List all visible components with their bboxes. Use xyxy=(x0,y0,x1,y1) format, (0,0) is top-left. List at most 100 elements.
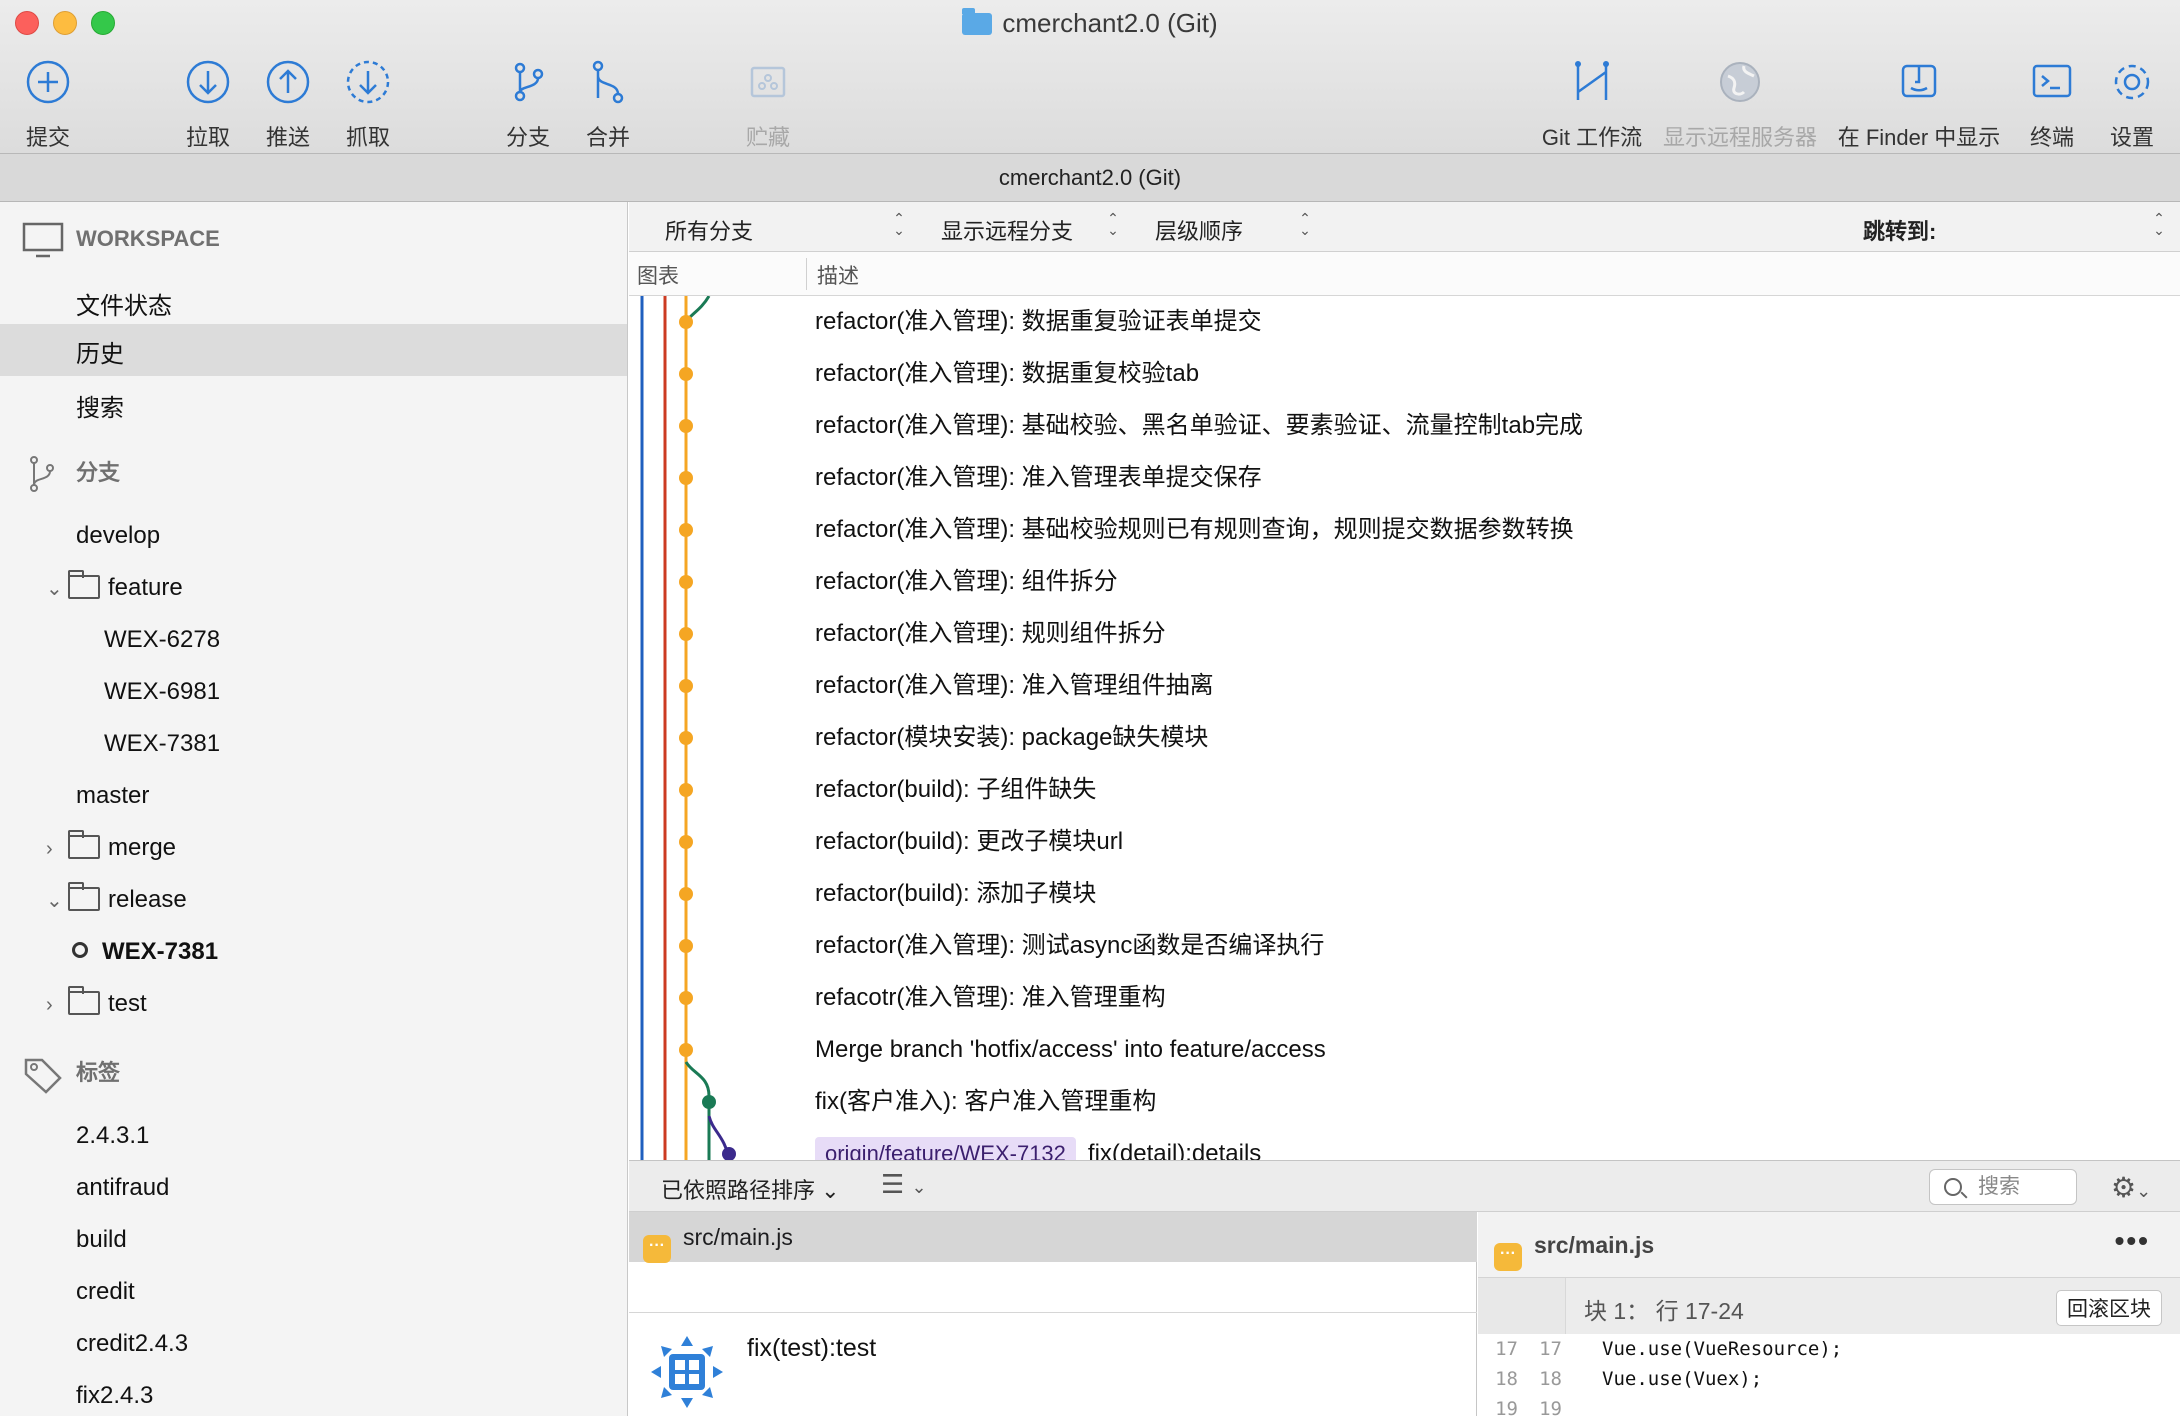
column-divider[interactable] xyxy=(806,258,807,290)
commit-row[interactable]: refactor(准入管理): 数据重复验证表单提交 xyxy=(815,296,1262,348)
pull-button[interactable]: 拉取 xyxy=(180,56,236,152)
sidebar-tag[interactable]: build xyxy=(76,1226,127,1254)
commit-node[interactable] xyxy=(679,731,693,745)
terminal-button[interactable]: 终端 xyxy=(2024,56,2080,152)
sidebar-item-file-status[interactable]: 文件状态 xyxy=(76,286,172,321)
commit-row[interactable]: refactor(build): 添加子模块 xyxy=(815,868,1096,920)
up-down-chevron-icon[interactable]: ⌃ ⌄ xyxy=(1105,211,1121,240)
sidebar-folder-merge[interactable]: › merge xyxy=(46,830,176,862)
commit-node[interactable] xyxy=(679,887,693,901)
chevron-right-icon[interactable]: › xyxy=(46,838,68,861)
commit-row[interactable]: refactor(build): 更改子模块url xyxy=(815,816,1123,868)
up-down-chevron-icon[interactable]: ⌃ ⌄ xyxy=(1297,211,1313,240)
git-flow-button[interactable]: Git 工作流 xyxy=(1540,56,1644,152)
commit-node[interactable] xyxy=(679,575,693,589)
fetch-button[interactable]: 抓取 xyxy=(340,56,396,152)
commit-node[interactable] xyxy=(679,783,693,797)
sidebar-branch-wex-6981[interactable]: WEX-6981 xyxy=(104,678,220,706)
list-view-icon[interactable]: ☰ ⌄ xyxy=(881,1169,927,1200)
jump-to-select[interactable]: 跳转到: xyxy=(1863,214,1936,246)
sidebar-tag[interactable]: fix2.4.3 xyxy=(76,1382,153,1410)
sidebar-branch-wex-6278[interactable]: WEX-6278 xyxy=(104,626,220,654)
commit-row[interactable]: Merge branch 'hotfix/access' into featur… xyxy=(815,1024,1326,1076)
sidebar-folder-feature[interactable]: ⌄ feature xyxy=(46,570,183,602)
commit-node[interactable] xyxy=(679,367,693,381)
chevron-right-icon[interactable]: › xyxy=(46,994,68,1017)
sidebar-folder-release[interactable]: ⌄ release xyxy=(46,882,187,914)
commit-row[interactable]: refactor(准入管理): 基础校验、黑名单验证、要素验证、流量控制tab完… xyxy=(815,400,1583,452)
terminal-icon xyxy=(2026,56,2078,108)
commit-row-partial[interactable]: origin/feature/WEX-7132 fix(detail):detai… xyxy=(815,1128,1261,1160)
commit-row[interactable]: refactor(准入管理): 测试async函数是否编译执行 xyxy=(815,920,1324,972)
merge-button[interactable]: 合并 xyxy=(580,56,636,152)
remote-branch-tag[interactable]: origin/feature/WEX-7132 xyxy=(815,1137,1076,1160)
commit-node[interactable] xyxy=(679,679,693,693)
commit-row[interactable]: refactor(准入管理): 组件拆分 xyxy=(815,556,1118,608)
sidebar-branch-current[interactable]: WEX-7381 xyxy=(72,938,218,966)
tags-header[interactable]: 标签 xyxy=(22,1054,120,1094)
commit-row[interactable]: fix(客户准入): 客户准入管理重构 xyxy=(815,1076,1156,1128)
commit-row[interactable]: refactor(准入管理): 准入管理表单提交保存 xyxy=(815,452,1262,504)
file-search-input[interactable]: 搜索 xyxy=(1929,1169,2077,1205)
show-remote-button[interactable]: 显示远程服务器 xyxy=(1660,56,1820,152)
chevron-down-icon: ⌄ xyxy=(911,1177,927,1197)
hunk-range-label: 块 1： 行 17-24 xyxy=(1584,1298,1744,1324)
commit-node[interactable] xyxy=(679,627,693,641)
show-in-finder-button[interactable]: 在 Finder 中显示 xyxy=(1832,56,2006,152)
chevron-down-icon[interactable]: ⌄ xyxy=(46,888,68,913)
stash-button[interactable]: 贮藏 xyxy=(740,56,796,152)
order-filter-select[interactable]: 层级顺序 xyxy=(1155,214,1243,246)
sidebar-folder-test[interactable]: › test xyxy=(46,986,147,1018)
description-column-header[interactable]: 描述 xyxy=(817,260,859,290)
commit-node[interactable] xyxy=(679,939,693,953)
commit-node[interactable] xyxy=(679,523,693,537)
revert-hunk-button[interactable]: 回滚区块 xyxy=(2056,1290,2162,1326)
remote-filter-select[interactable]: 显示远程分支 xyxy=(941,214,1073,246)
sidebar-tag[interactable]: 2.4.3.1 xyxy=(76,1122,149,1150)
workspace-header[interactable]: WORKSPACE xyxy=(22,220,220,260)
commit-row[interactable]: refactor(准入管理): 基础校验规则已有规则查询，规则提交数据参数转换 xyxy=(815,504,1574,556)
commit-row[interactable]: refacotr(准入管理): 准入管理重构 xyxy=(815,972,1166,1024)
branch-button[interactable]: 分支 xyxy=(500,56,556,152)
chevron-down-icon: ⌄ xyxy=(2136,1181,2152,1201)
chevron-down-icon[interactable]: ⌄ xyxy=(46,576,68,601)
branch-filter-select[interactable]: 所有分支 xyxy=(665,214,753,246)
commit-node[interactable] xyxy=(722,1147,736,1160)
sort-by-path-select[interactable]: 已依照路径排序 ⌄ xyxy=(661,1173,840,1205)
commit-button[interactable]: 提交 xyxy=(20,56,76,152)
commit-node[interactable] xyxy=(679,1043,693,1057)
commit-node[interactable] xyxy=(679,315,693,329)
title-bar: cmerchant2.0 (Git) 提交 拉取 推送 抓取 分支 合并 贮藏 … xyxy=(0,0,2180,154)
sidebar-tag[interactable]: credit xyxy=(76,1278,135,1306)
diff-line: 19 19 xyxy=(1478,1394,2180,1416)
commit-node[interactable] xyxy=(679,471,693,485)
commit-row[interactable]: refactor(准入管理): 数据重复校验tab xyxy=(815,348,1199,400)
commit-node[interactable] xyxy=(679,835,693,849)
commit-row[interactable]: refactor(准入管理): 规则组件拆分 xyxy=(815,608,1166,660)
commit-node[interactable] xyxy=(679,991,693,1005)
hunk-header: 块 1： 行 17-24 回滚区块 xyxy=(1478,1278,2180,1334)
sidebar-item-history[interactable]: 历史 xyxy=(0,324,627,376)
graph-column-header[interactable]: 图表 xyxy=(637,260,679,290)
sidebar: WORKSPACE 文件状态 历史 搜索 分支 develop ⌄ feature… xyxy=(0,202,628,1416)
gear-menu-button[interactable]: ⚙⌄ xyxy=(2111,1171,2151,1204)
changed-file-row[interactable]: ··· src/main.js xyxy=(629,1212,1477,1263)
up-down-chevron-icon[interactable]: ⌃ ⌄ xyxy=(2151,211,2167,240)
branches-header[interactable]: 分支 xyxy=(22,454,120,494)
sidebar-branch-develop[interactable]: develop xyxy=(76,522,160,550)
settings-button[interactable]: 设置 xyxy=(2104,56,2160,152)
commit-node[interactable] xyxy=(679,419,693,433)
commit-row[interactable]: refactor(模块安装): package缺失模块 xyxy=(815,712,1208,764)
commit-row[interactable]: refactor(准入管理): 准入管理组件抽离 xyxy=(815,660,1214,712)
more-options-icon[interactable]: ••• xyxy=(2115,1212,2150,1270)
commit-node[interactable] xyxy=(702,1095,716,1109)
push-button[interactable]: 推送 xyxy=(260,56,316,152)
sidebar-branch-wex-7381[interactable]: WEX-7381 xyxy=(104,730,220,758)
sidebar-item-search[interactable]: 搜索 xyxy=(76,388,124,423)
up-down-chevron-icon[interactable]: ⌃ ⌄ xyxy=(891,211,907,240)
repo-tab[interactable]: cmerchant2.0 (Git) xyxy=(0,154,2180,202)
sidebar-tag[interactable]: credit2.4.3 xyxy=(76,1330,188,1358)
sidebar-tag[interactable]: antifraud xyxy=(76,1174,169,1202)
sidebar-branch-master[interactable]: master xyxy=(76,782,149,810)
commit-row[interactable]: refactor(build): 子组件缺失 xyxy=(815,764,1096,816)
